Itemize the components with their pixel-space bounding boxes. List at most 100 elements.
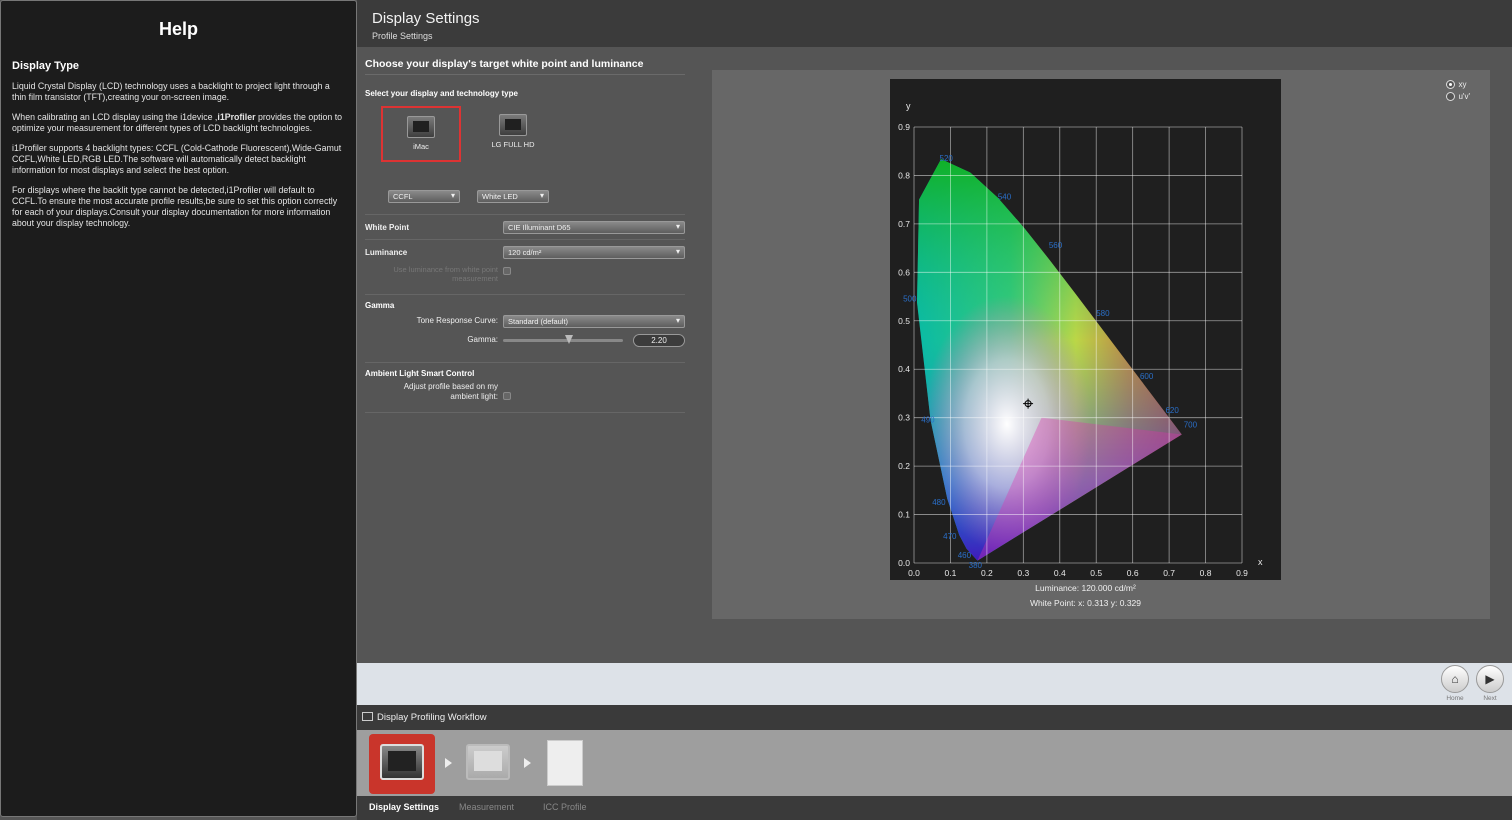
step-label-display-settings[interactable]: Display Settings [369, 802, 439, 812]
help-text-bold: i1Profiler [217, 112, 256, 122]
x-tick-label: 0.0 [908, 568, 920, 578]
ambient-label-line: ambient light: [450, 392, 498, 401]
help-title: Help [158, 19, 198, 39]
y-tick-label: 0.3 [898, 413, 910, 423]
cie-chromaticity-diagram: 0.00.0 0.1 0.1 0.2 0.2 0.3 0.3 0.4 0.4 0.5 0.5 0.6 0… [898, 101, 1263, 578]
display-option-imac[interactable]: iMac [381, 106, 461, 162]
measurement-icon [466, 744, 510, 780]
trc-dropdown[interactable]: Standard (default) [503, 315, 685, 328]
workflow-header: Display Profiling Workflow [357, 705, 1512, 730]
arrow-right-icon [445, 758, 452, 768]
luminance-row: Luminance 120 cd/m² [365, 239, 685, 264]
gamma-label: Gamma: [467, 335, 498, 344]
wavelength-label: 520 [940, 154, 954, 163]
display-label: iMac [413, 142, 429, 151]
cie-chart: 0.0 0.0 0.1 0.1 0.2 0.2 0.3 0.3 0.4 0.4 0.5 0.5 0.6 0… [890, 79, 1281, 580]
radio-label: xy [1458, 79, 1467, 89]
luminance-note-line: Use luminance from white point [393, 265, 498, 274]
x-tick-label: 0.3 [1017, 568, 1029, 578]
y-tick-label: 0.4 [898, 364, 910, 374]
wavelength-label: 560 [1049, 241, 1063, 250]
luminance-label: Luminance [365, 248, 408, 257]
y-tick-label: 0.0 [898, 558, 910, 568]
workflow-steps [357, 730, 1512, 796]
x-tick-label: 0.6 [1127, 568, 1139, 578]
x-tick-label: 0.2 [981, 568, 993, 578]
play-icon: ▶ [1476, 665, 1504, 693]
luminance-from-wp-row: Use luminance from white point measuremen… [365, 264, 685, 284]
wavelength-label: 620 [1165, 406, 1179, 415]
ambient-row: Adjust profile based on my ambient light: [365, 378, 685, 408]
white-point-label: White Point [365, 223, 409, 232]
monitor-icon [362, 712, 373, 721]
radio-dot[interactable] [1446, 79, 1456, 89]
gamma-title: Gamma [365, 301, 395, 310]
home-button[interactable]: ⌂ Home [1440, 665, 1470, 702]
page-header: Display Settings Profile Settings [357, 0, 1512, 47]
step-label-measurement[interactable]: Measurement [459, 802, 514, 812]
select-display-label: Select your display and technology type [365, 89, 518, 98]
technology-row: CCFL White LED [365, 188, 685, 208]
navigation-bar: ⌂ Home ▶ Next [357, 663, 1512, 705]
main-content: Display Settings Profile Settings Choose… [357, 0, 1512, 663]
white-point-readout: White Point: x: 0.313 y: 0.329 [1029, 598, 1142, 608]
step-measurement[interactable] [455, 734, 521, 794]
gamma-stepper[interactable]: 2.20 [633, 334, 685, 347]
app-window: Help Display Type Liquid Crystal Display… [0, 0, 1512, 820]
radio-dot[interactable] [1446, 91, 1456, 101]
x-tick-label: 0.5 [1090, 568, 1102, 578]
wavelength-label: 600 [1140, 372, 1154, 381]
luminance-from-wp-checkbox[interactable] [503, 267, 511, 275]
help-paragraph: When calibrating an LCD display using th… [12, 112, 345, 134]
ambient-title: Ambient Light Smart Control [365, 369, 475, 378]
white-point-dropdown[interactable]: CIE Illuminant D65 [503, 221, 685, 234]
wavelength-label: 380 [969, 561, 983, 570]
home-label: Home [1446, 695, 1464, 702]
display-option-lg[interactable]: LG FULL HD [473, 106, 553, 162]
next-button[interactable]: ▶ Next [1475, 665, 1505, 702]
icc-profile-icon[interactable] [547, 740, 583, 786]
tech-dropdown-imac[interactable]: CCFL [388, 190, 460, 203]
wavelength-label: 540 [998, 193, 1012, 202]
radio-uv[interactable]: u'v' [1446, 90, 1470, 102]
help-paragraph: For displays where the backlit type cann… [12, 185, 338, 228]
x-tick-label: 0.7 [1163, 568, 1175, 578]
tech-dropdown-lg[interactable]: White LED [477, 190, 549, 203]
x-tick-label: 0.9 [1236, 568, 1248, 578]
workflow-labels: Display Settings Measurement ICC Profile [357, 796, 1512, 820]
display-selector: iMac LG FULL HD [365, 106, 685, 186]
display-settings-icon [380, 744, 424, 780]
help-text: When calibrating an LCD display using th… [12, 112, 218, 122]
divider [365, 412, 685, 413]
coordinate-toggle: xy u'v' [1446, 78, 1470, 102]
workflow-title: Display Profiling Workflow [377, 712, 487, 723]
display-label: LG FULL HD [491, 140, 535, 149]
x-axis-label: x [1258, 557, 1263, 567]
gamma-group: Gamma [365, 294, 685, 310]
y-tick-label: 0.2 [898, 461, 910, 471]
x-tick-label: 0.1 [945, 568, 957, 578]
step-label-icc-profile[interactable]: ICC Profile [543, 802, 587, 812]
ambient-checkbox[interactable] [503, 392, 511, 400]
ambient-label: Adjust profile based on my ambient light: [404, 382, 498, 402]
white-point-row: White Point CIE Illuminant D65 [365, 214, 685, 239]
gamma-slider[interactable] [503, 335, 623, 344]
luminance-readout: Luminance: 120.000 cd/m² [1035, 583, 1136, 593]
luminance-dropdown[interactable]: 120 cd/m² [503, 246, 685, 259]
gamma-row: Gamma: 2.20 [365, 331, 685, 350]
trc-label: Tone Response Curve: [416, 316, 498, 325]
page-subtitle: Profile Settings [372, 31, 433, 41]
gamma-slider-knob[interactable] [565, 335, 573, 344]
chart-panel: 0.0 0.0 0.1 0.1 0.2 0.2 0.3 0.3 0.4 0.4 0.5 0.5 0.6 0… [712, 70, 1490, 619]
step-display-settings[interactable] [369, 734, 435, 794]
luminance-note-line: measurement [452, 274, 498, 283]
radio-xy[interactable]: xy [1446, 78, 1470, 90]
y-axis-label: y [906, 101, 911, 111]
y-tick-label: 0.9 [898, 122, 910, 132]
wavelength-label: 500 [903, 294, 917, 303]
ambient-label-line: Adjust profile based on my [403, 382, 498, 391]
monitor-icon [407, 116, 435, 138]
y-tick-label: 0.5 [898, 316, 910, 326]
help-paragraph: Liquid Crystal Display (LCD) technology … [12, 81, 330, 102]
radio-label: u'v' [1458, 91, 1470, 101]
